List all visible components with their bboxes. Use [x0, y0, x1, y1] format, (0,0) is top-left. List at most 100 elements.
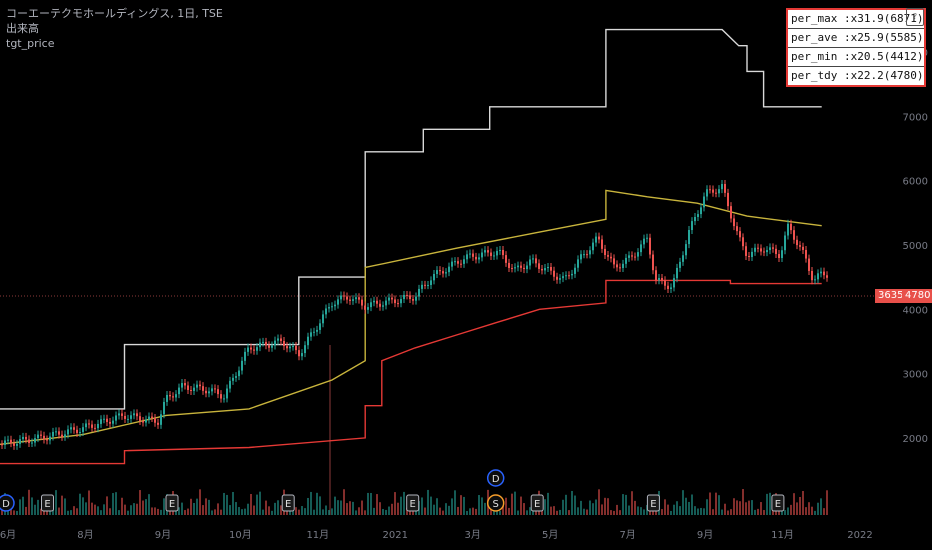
- price-candle: [475, 256, 477, 260]
- price-candle: [631, 255, 633, 257]
- price-candle: [172, 396, 174, 398]
- volume-bar: [274, 502, 276, 515]
- price-candle: [334, 304, 336, 307]
- volume-bar: [442, 510, 444, 515]
- volume-bar: [358, 507, 360, 515]
- price-candle: [55, 431, 57, 433]
- price-candle: [499, 249, 501, 251]
- price-candle: [781, 250, 783, 259]
- price-candle: [361, 299, 363, 306]
- volume-bar: [109, 508, 111, 515]
- price-candle: [7, 439, 9, 441]
- price-candle: [790, 223, 792, 231]
- volume-bar: [454, 490, 456, 515]
- price-candle: [742, 237, 744, 247]
- price-candle: [760, 248, 762, 252]
- volume-bar: [340, 500, 342, 515]
- price-candle: [400, 299, 402, 304]
- price-candle: [235, 376, 237, 378]
- volume-bar: [700, 507, 702, 515]
- volume-bar: [202, 505, 204, 515]
- price-candle: [97, 423, 99, 429]
- volume-bar: [514, 491, 516, 515]
- price-candle: [301, 353, 303, 357]
- volume-bar: [193, 502, 195, 515]
- price-candle: [166, 394, 168, 402]
- volume-bar: [106, 496, 108, 515]
- price-candle: [460, 263, 462, 265]
- volume-bar: [244, 508, 246, 515]
- price-candle: [52, 431, 54, 437]
- price-candle: [688, 230, 690, 245]
- price-candle: [697, 214, 699, 217]
- price-candle: [16, 443, 18, 446]
- volume-bar: [727, 510, 729, 515]
- volume-bar: [448, 505, 450, 515]
- volume-bar: [235, 502, 237, 515]
- volume-bar: [643, 509, 645, 515]
- price-candle: [259, 342, 261, 348]
- volume-bar: [337, 500, 339, 515]
- price-candle: [382, 305, 384, 307]
- price-candle: [250, 347, 252, 350]
- price-candle: [520, 265, 522, 268]
- price-candle: [643, 238, 645, 245]
- volume-bar: [376, 494, 378, 515]
- volume-bar: [580, 500, 582, 515]
- volume-bar: [784, 510, 786, 515]
- volume-bar: [382, 508, 384, 515]
- price-candle: [778, 254, 780, 259]
- event-marker-label: S: [493, 499, 499, 510]
- y-tick-label: 2000: [903, 434, 928, 445]
- price-candle: [76, 429, 78, 433]
- volume-bar: [184, 510, 186, 515]
- volume-bar: [523, 503, 525, 515]
- price-candle: [238, 370, 240, 377]
- volume-bar: [160, 509, 162, 515]
- price-candle: [109, 421, 111, 424]
- settings-icon[interactable]: ?: [906, 8, 924, 26]
- price-candle: [625, 257, 627, 264]
- price-candle: [598, 236, 600, 240]
- price-candle: [736, 226, 738, 232]
- volume-bar: [400, 496, 402, 515]
- volume-bar: [97, 506, 99, 515]
- price-candle: [823, 271, 825, 276]
- price-candle: [427, 284, 429, 286]
- price-candle: [517, 265, 519, 268]
- volume-bar: [388, 506, 390, 515]
- price-candle: [739, 231, 741, 238]
- price-candle: [142, 421, 144, 423]
- price-candle: [184, 383, 186, 386]
- volume-bar: [619, 510, 621, 515]
- volume-bar: [331, 508, 333, 515]
- volume-bar: [295, 507, 297, 515]
- volume-bar: [139, 490, 141, 515]
- volume-bar: [427, 489, 429, 515]
- volume-bar: [205, 498, 207, 515]
- volume-bar: [556, 510, 558, 515]
- price-candle: [100, 419, 102, 424]
- volume-bar: [301, 506, 303, 515]
- price-candle: [178, 387, 180, 395]
- price-candle: [22, 436, 24, 440]
- volume-bar: [37, 499, 39, 515]
- price-candle: [205, 390, 207, 394]
- price-candle: [253, 349, 255, 351]
- price-candle: [421, 284, 423, 289]
- volume-bar: [451, 498, 453, 515]
- price-candle: [565, 275, 567, 277]
- price-candle: [322, 314, 324, 324]
- price-candle: [394, 299, 396, 304]
- volume-bar: [436, 498, 438, 515]
- price-candle: [772, 247, 774, 249]
- price-candle: [532, 258, 534, 260]
- volume-bar: [229, 505, 231, 515]
- price-candle: [805, 249, 807, 259]
- x-tick-label: 8月: [77, 529, 93, 541]
- price-candle: [589, 250, 591, 255]
- x-tick-label: 10月: [229, 529, 252, 541]
- price-candle: [283, 340, 285, 347]
- volume-bar: [712, 509, 714, 515]
- price-candle: [430, 280, 432, 285]
